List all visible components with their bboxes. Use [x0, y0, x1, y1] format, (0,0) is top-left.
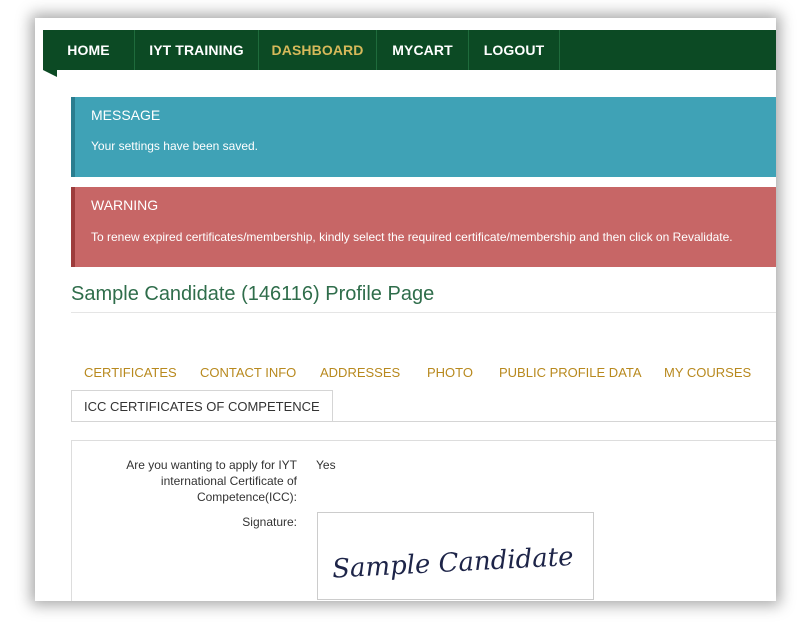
tab-icc-certificates[interactable]: ICC CERTIFICATES OF COMPETENCE: [71, 390, 333, 422]
signature-drawing: Sample Candidate: [331, 542, 574, 585]
apply-icc-label: Are you wanting to apply for IYT interna…: [126, 457, 297, 505]
message-alert-text: Your settings have been saved.: [91, 139, 259, 153]
tabs-divider: [71, 421, 776, 422]
signature-label: Signature:: [242, 515, 297, 529]
nav-logout[interactable]: LOGOUT: [469, 30, 560, 70]
tab-contact-info[interactable]: CONTACT INFO: [200, 365, 296, 380]
nav-iyt-training[interactable]: IYT TRAINING: [135, 30, 259, 70]
tab-certificates[interactable]: CERTIFICATES: [84, 365, 177, 380]
tab-public-profile-data[interactable]: PUBLIC PROFILE DATA: [499, 365, 642, 380]
apply-icc-label-line3: Competence(ICC):: [196, 490, 297, 504]
apply-icc-label-line1: Are you wanting to apply for IYT: [126, 458, 297, 472]
signature-image: Sample Candidate: [317, 512, 594, 600]
apply-icc-label-line2: international Certificate of: [160, 474, 297, 488]
tab-addresses[interactable]: ADDRESSES: [320, 365, 400, 380]
main-navbar: HOME IYT TRAINING DASHBOARD MYCART LOGOU…: [43, 30, 776, 70]
nav-mycart[interactable]: MYCART: [377, 30, 469, 70]
message-alert: MESSAGE Your settings have been saved.: [71, 97, 776, 177]
warning-alert-text: To renew expired certificates/membership…: [91, 230, 733, 244]
warning-alert-title: WARNING: [91, 197, 159, 213]
icc-panel: Are you wanting to apply for IYT interna…: [71, 440, 776, 601]
message-alert-title: MESSAGE: [91, 107, 161, 123]
apply-icc-value: Yes: [316, 458, 336, 472]
profile-tabs: CERTIFICATES CONTACT INFO ADDRESSES PHOT…: [71, 365, 776, 387]
page-title: Sample Candidate (146116) Profile Page: [71, 283, 435, 305]
title-divider: [71, 312, 776, 313]
nav-home[interactable]: HOME: [43, 30, 135, 70]
tab-my-courses[interactable]: MY COURSES: [664, 365, 751, 380]
tab-photo[interactable]: PHOTO: [427, 365, 473, 380]
nav-dashboard[interactable]: DASHBOARD: [259, 30, 377, 70]
navbar-corner-fold: [43, 70, 57, 77]
signature-text: Sample Candidate: [331, 542, 574, 585]
warning-alert: WARNING To renew expired certificates/me…: [71, 187, 776, 267]
browser-viewport: HOME IYT TRAINING DASHBOARD MYCART LOGOU…: [35, 18, 776, 601]
